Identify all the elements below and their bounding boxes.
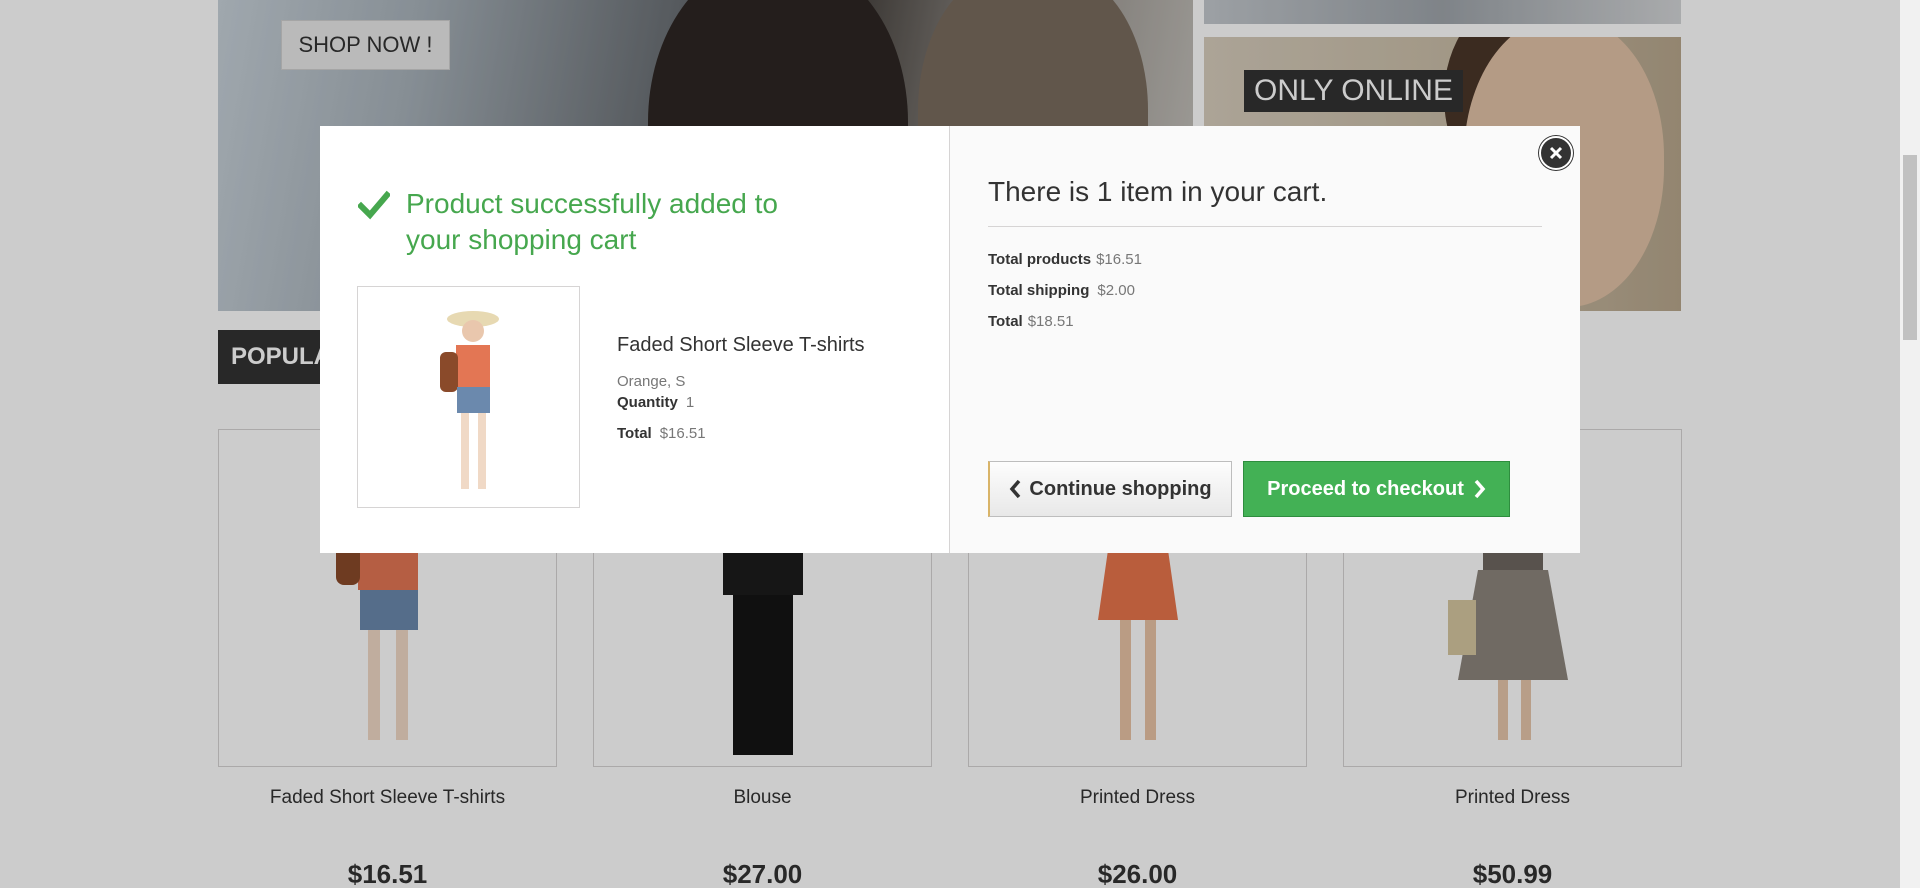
- add-to-cart-modal: Product successfully added to your shopp…: [320, 126, 1580, 553]
- continue-shopping-button[interactable]: Continue shopping: [988, 461, 1232, 517]
- modal-product-image: [357, 286, 580, 508]
- modal-product-total: Total $16.51: [617, 425, 706, 442]
- success-text: Product successfully added to your shopp…: [406, 188, 778, 255]
- close-icon: [1549, 146, 1563, 160]
- cart-summary-title: There is 1 item in your cart.: [988, 176, 1328, 207]
- modal-product-panel: Product successfully added to your shopp…: [320, 126, 950, 553]
- grand-total-label: Total: [988, 313, 1023, 330]
- modal-product-quantity: Quantity 1: [617, 394, 694, 411]
- cart-grand-total: Total $18.51: [988, 313, 1074, 330]
- grand-total-value: $18.51: [1027, 313, 1074, 330]
- modal-product-name: Faded Short Sleeve T-shirts: [617, 334, 865, 356]
- proceed-to-checkout-label: Proceed to checkout: [1267, 477, 1464, 500]
- quantity-value: 1: [685, 394, 695, 411]
- check-icon: [358, 190, 390, 220]
- total-products-label: Total products: [988, 251, 1092, 268]
- modal-cart-panel: There is 1 item in your cart. Total prod…: [950, 126, 1580, 553]
- total-products-value: $16.51: [1096, 251, 1142, 268]
- scrollbar-thumb[interactable]: [1903, 155, 1917, 340]
- chevron-left-icon: [1010, 479, 1021, 499]
- cart-total-shipping: Total shipping $2.00: [988, 282, 1135, 299]
- success-message: Product successfully added to your shopp…: [358, 186, 798, 258]
- close-modal-button[interactable]: [1539, 136, 1573, 170]
- chevron-right-icon: [1474, 479, 1486, 499]
- divider: [988, 226, 1542, 227]
- modal-product-figure: [440, 311, 499, 489]
- total-shipping-value: $2.00: [1097, 282, 1135, 299]
- vertical-scrollbar[interactable]: [1900, 0, 1920, 888]
- continue-shopping-label: Continue shopping: [1029, 477, 1212, 500]
- total-label: Total: [617, 425, 652, 442]
- page: SHOP NOW ! ONLY ONLINE POPULA Faded Shor…: [0, 0, 1900, 889]
- modal-product-attributes: Orange, S: [617, 373, 686, 390]
- cart-total-products: Total products $16.51: [988, 251, 1142, 268]
- total-value: $16.51: [659, 425, 706, 442]
- total-shipping-label: Total shipping: [988, 282, 1090, 299]
- proceed-to-checkout-button[interactable]: Proceed to checkout: [1243, 461, 1510, 517]
- quantity-label: Quantity: [617, 394, 678, 411]
